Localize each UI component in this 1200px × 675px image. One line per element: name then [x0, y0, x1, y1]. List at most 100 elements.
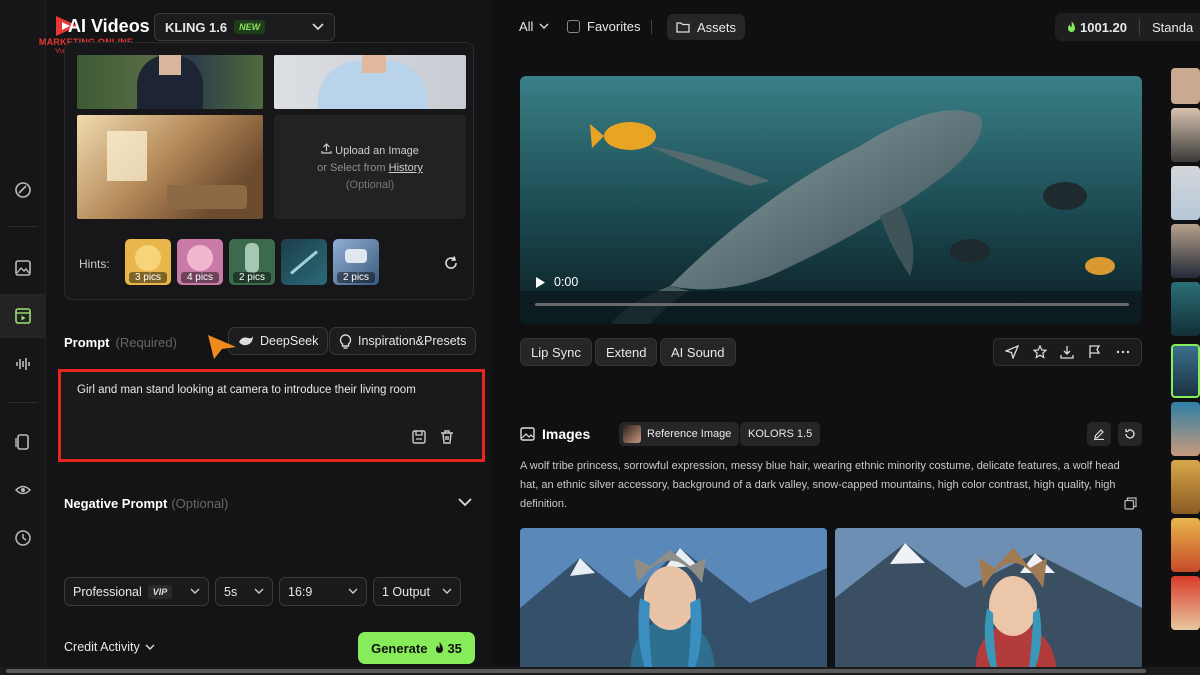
man-image-thumbnail[interactable]: [274, 55, 466, 109]
lip-sync-button[interactable]: Lip Sync: [520, 338, 592, 366]
toolbar-divider: [651, 20, 652, 34]
credits-divider: [1139, 19, 1140, 35]
history-thumbnail[interactable]: [1171, 518, 1200, 572]
assets-button[interactable]: Assets: [667, 14, 746, 40]
ai-sound-button[interactable]: AI Sound: [660, 338, 736, 366]
generated-image[interactable]: [520, 528, 827, 675]
images-title: Images: [542, 426, 591, 442]
hint-thumbnail[interactable]: 2 pics: [333, 239, 379, 285]
filter-select[interactable]: All: [519, 19, 549, 34]
duration-value: 5s: [224, 584, 238, 599]
upload-image-dropzone[interactable]: Upload an Image or Select from History (…: [274, 115, 466, 219]
prompt-text: Girl and man stand looking at camera to …: [77, 384, 416, 396]
history-thumbnail[interactable]: [1171, 282, 1200, 336]
reference-image-tag[interactable]: Reference Image: [619, 422, 740, 446]
hint-count: 2 pics: [337, 272, 375, 283]
model-label: KLING 1.6: [165, 19, 228, 35]
generate-button[interactable]: Generate 35: [358, 632, 475, 664]
extend-button[interactable]: Extend: [595, 338, 658, 366]
generation-panel: AI Videos MARKETING ONLINE Vươn Xa Cùng …: [39, 0, 493, 675]
flame-icon: [1068, 21, 1075, 32]
hint-thumbnail[interactable]: [281, 239, 327, 285]
model-select[interactable]: KLING 1.6 NEW: [154, 13, 335, 41]
refresh-hints-icon[interactable]: [443, 255, 459, 271]
reference-label: Reference Image: [647, 428, 732, 440]
left-rail: [0, 0, 46, 675]
play-icon[interactable]: [535, 276, 546, 289]
history-thumbnail[interactable]: [1171, 576, 1200, 630]
hint-thumbnail[interactable]: 3 pics: [125, 239, 171, 285]
ai-sound-label: AI Sound: [671, 344, 725, 360]
assets-area: All Favorites Assets 1001.20 Standa 0:00…: [493, 0, 1200, 675]
rail-history-icon[interactable]: [0, 516, 46, 560]
delete-prompt-icon[interactable]: [439, 429, 455, 445]
output-count-select[interactable]: 1 Output: [373, 577, 461, 606]
more-icon[interactable]: [1116, 345, 1130, 359]
edit-button[interactable]: [1087, 422, 1111, 446]
prompt-title: Prompt: [64, 335, 110, 350]
hint-count: 4 pics: [181, 272, 219, 283]
generate-cost: 35: [435, 640, 462, 656]
living-room-image-thumbnail[interactable]: [77, 115, 263, 219]
credit-activity-label: Credit Activity: [64, 640, 140, 654]
history-link[interactable]: History: [389, 162, 423, 174]
inspiration-presets-button[interactable]: Inspiration&Presets: [329, 327, 477, 355]
rail-images-icon[interactable]: [0, 246, 46, 290]
aspect-ratio-select[interactable]: 16:9: [279, 577, 367, 606]
chevron-down-icon: [539, 23, 549, 29]
save-prompt-icon[interactable]: [411, 429, 427, 445]
copy-icon[interactable]: [1124, 497, 1137, 510]
deepseek-button[interactable]: DeepSeek: [228, 327, 329, 355]
regenerate-button[interactable]: [1118, 422, 1142, 446]
generate-cost-value: 35: [447, 640, 462, 656]
credit-activity-toggle[interactable]: Credit Activity: [64, 640, 155, 654]
rail-audio-icon[interactable]: [0, 342, 46, 386]
history-thumbnail[interactable]: [1171, 108, 1200, 162]
prompt-textarea[interactable]: Girl and man stand looking at camera to …: [58, 369, 485, 462]
mode-value: Professional: [73, 584, 142, 599]
history-thumbnail[interactable]: [1171, 460, 1200, 514]
hint-count: 2 pics: [233, 272, 271, 283]
rail-explore-icon[interactable]: [0, 168, 46, 212]
download-icon[interactable]: [1060, 345, 1075, 359]
history-strip: [1171, 68, 1200, 675]
page-title: AI Videos: [68, 16, 150, 36]
favorites-checkbox[interactable]: [567, 20, 580, 33]
prompt-required-note: (Required): [115, 335, 177, 350]
video-time: 0:00: [554, 275, 579, 289]
history-thumbnail[interactable]: [1171, 68, 1200, 104]
credits-value: 1001.20: [1080, 19, 1127, 35]
favorites-toggle[interactable]: Favorites: [567, 19, 640, 34]
video-progress-bar[interactable]: [535, 303, 1129, 306]
star-icon[interactable]: [1032, 345, 1047, 359]
share-icon[interactable]: [1004, 345, 1019, 359]
history-thumbnail[interactable]: [1171, 224, 1200, 278]
wolf-princess-image: [835, 528, 1142, 675]
woman-image-thumbnail[interactable]: [77, 55, 263, 109]
history-thumbnail[interactable]: [1171, 166, 1200, 220]
negative-prompt-header[interactable]: Negative Prompt (Optional): [64, 496, 228, 511]
history-thumbnail-selected[interactable]: [1171, 344, 1200, 398]
hint-thumbnail[interactable]: 4 pics: [177, 239, 223, 285]
inspiration-label: Inspiration&Presets: [358, 334, 467, 348]
hints-label: Hints:: [79, 257, 110, 271]
hint-count: 3 pics: [129, 272, 167, 283]
hint-thumbnail[interactable]: 2 pics: [229, 239, 275, 285]
chevron-down-icon: [348, 588, 358, 594]
plan-label: Standa: [1152, 19, 1194, 35]
flag-icon[interactable]: [1088, 345, 1102, 359]
chevron-down-icon[interactable]: [458, 498, 472, 507]
generated-image[interactable]: [835, 528, 1142, 675]
video-player[interactable]: [520, 76, 1142, 324]
image-icon: [520, 427, 535, 441]
rail-videos-icon[interactable]: [0, 294, 46, 338]
negative-optional-note: (Optional): [171, 496, 229, 511]
credits-balance[interactable]: 1001.20 Standa: [1055, 13, 1200, 41]
app-root: AI Videos MARKETING ONLINE Vươn Xa Cùng …: [0, 0, 1200, 675]
scrollbar-thumb[interactable]: [6, 669, 1146, 673]
duration-select[interactable]: 5s: [215, 577, 273, 606]
history-thumbnail[interactable]: [1171, 402, 1200, 456]
mode-select[interactable]: Professional VIP: [64, 577, 209, 606]
rail-eye-icon[interactable]: [0, 468, 46, 512]
rail-library-icon[interactable]: [0, 420, 46, 464]
